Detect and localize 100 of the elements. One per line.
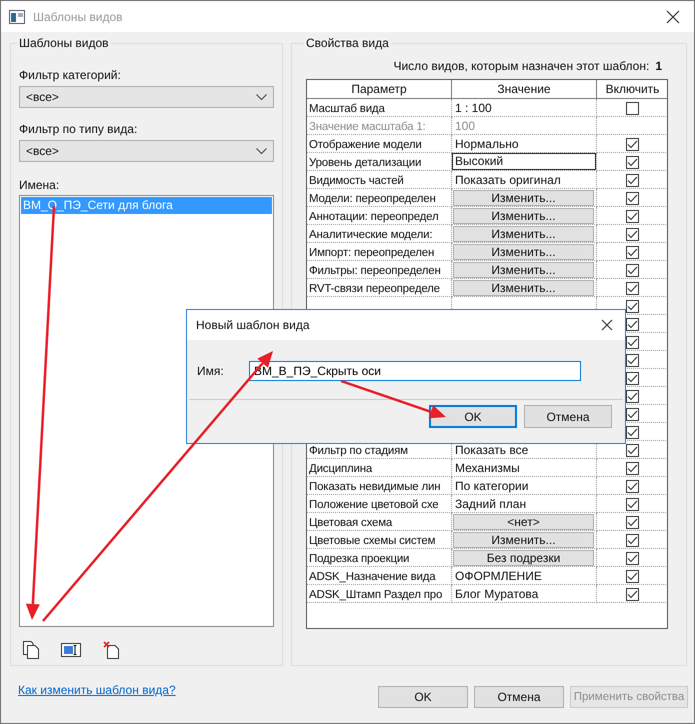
- field-label: Фильтр категорий:: [19, 68, 122, 82]
- parameter-name: Положение цветовой схе: [308, 498, 438, 510]
- value-button[interactable]: Изменить...: [453, 262, 594, 278]
- group-title: Шаблоны видов: [18, 36, 110, 50]
- checkbox[interactable]: [626, 156, 639, 169]
- parameter-name: Уровень детализации: [308, 156, 422, 168]
- value-text: ОФОРМЛЕНИЕ: [454, 568, 542, 582]
- checkbox[interactable]: [626, 102, 639, 115]
- chevron-icon: [256, 94, 267, 100]
- chevron-icon: [256, 148, 267, 154]
- checkbox[interactable]: [626, 138, 639, 151]
- parameter-name: RVT-связи переопределе: [308, 282, 440, 294]
- checkbox[interactable]: [626, 300, 639, 313]
- value-text: Показать все: [454, 442, 528, 456]
- dialog-button: Применить свойства: [570, 686, 688, 708]
- column-header: Параметр: [307, 80, 452, 98]
- parameter-name: Фильтр по стадиям: [308, 444, 408, 456]
- dialog-button[interactable]: OK: [429, 405, 517, 428]
- parameter-name: Показать невидимые лин: [308, 480, 440, 492]
- checkbox[interactable]: [626, 228, 639, 241]
- checkbox[interactable]: [626, 246, 639, 259]
- checkbox[interactable]: [626, 174, 639, 187]
- checkbox[interactable]: [626, 588, 639, 601]
- column-header: Значение: [452, 80, 596, 98]
- value-text: Блог Муратова: [454, 586, 538, 600]
- parameter-name: ADSK_Назначение вида: [308, 570, 436, 582]
- value-text: Показать оригинал: [454, 172, 561, 186]
- value-button[interactable]: Изменить...: [453, 190, 594, 206]
- value-text: 1 : 100: [454, 100, 492, 114]
- checkbox[interactable]: [626, 534, 639, 547]
- close-icon: [666, 10, 680, 24]
- value-text: По категории: [454, 478, 528, 492]
- parameter-name: Аналитические модели:: [308, 228, 432, 240]
- count-value: 1: [655, 59, 662, 73]
- parameter-name: Импорт: переопределен: [308, 246, 434, 258]
- value-text: Задний план: [454, 496, 526, 510]
- field-label: Фильтр по типу вида:: [19, 122, 138, 136]
- dialog-button[interactable]: Отмена: [524, 405, 612, 428]
- value-button[interactable]: Изменить...: [453, 208, 594, 224]
- value-button[interactable]: Изменить...: [453, 280, 594, 296]
- value-button[interactable]: Изменить...: [453, 226, 594, 242]
- parameter-name: Аннотации: переопредел: [308, 210, 438, 222]
- checkbox[interactable]: [626, 390, 639, 403]
- value-button[interactable]: Изменить...: [453, 244, 594, 260]
- value-text: Механизмы: [454, 460, 520, 474]
- count-label: Число видов, которым назначен этот шаблон:: [393, 59, 650, 73]
- window-title: Шаблоны видов: [33, 10, 124, 24]
- close-icon: [601, 319, 613, 331]
- parameter-name: ADSK_Штамп Раздел про: [308, 588, 442, 600]
- dropdown[interactable]: <все>: [19, 86, 274, 108]
- checkbox[interactable]: [626, 210, 639, 223]
- checkbox[interactable]: [626, 462, 639, 475]
- parameter-name: Отображение модели: [308, 138, 422, 150]
- duplicate-button[interactable]: [23, 641, 39, 659]
- value-button[interactable]: Без подрезки: [453, 550, 594, 566]
- column-header: Включить: [596, 80, 667, 98]
- app-icon: [9, 10, 25, 24]
- checkbox[interactable]: [626, 570, 639, 583]
- rename-icon: [61, 643, 81, 657]
- checkbox[interactable]: [626, 408, 639, 421]
- value-button[interactable]: <нет>: [453, 514, 594, 530]
- rename-button[interactable]: [61, 643, 81, 657]
- parameter-name: Дисциплина: [308, 462, 372, 474]
- field-label: Имена:: [19, 178, 60, 192]
- checkbox[interactable]: [626, 372, 639, 385]
- parameter-name: Фильтры: переопределен: [308, 264, 441, 276]
- value-text: 100: [454, 118, 476, 132]
- pages-icon: [23, 641, 39, 659]
- delete-page-icon: [103, 641, 119, 659]
- dialog-button[interactable]: Отмена: [474, 686, 564, 708]
- parameter-name: Цветовая схема: [308, 516, 392, 528]
- value-text: Нормально: [454, 136, 518, 150]
- checkbox[interactable]: [626, 354, 639, 367]
- help-link[interactable]: Как изменить шаблон вида?: [18, 683, 176, 697]
- checkbox[interactable]: [626, 318, 639, 331]
- value-button[interactable]: Изменить...: [453, 532, 594, 548]
- group-title: Свойства вида: [305, 36, 390, 50]
- checkbox[interactable]: [626, 192, 639, 205]
- checkbox[interactable]: [626, 282, 639, 295]
- value-field[interactable]: Высокий: [452, 154, 596, 170]
- parameter-name: Подрезка проекции: [308, 552, 410, 564]
- checkbox[interactable]: [626, 516, 639, 529]
- checkbox[interactable]: [626, 552, 639, 565]
- dialog-button[interactable]: OK: [378, 686, 468, 708]
- parameter-name: Цветовые схемы систем: [308, 534, 436, 546]
- parameter-name: Модели: переопределен: [308, 192, 436, 204]
- parameter-name: Значение масштаба 1:: [308, 120, 426, 132]
- parameter-name: Масштаб вида: [308, 102, 385, 114]
- parameter-name: Видимость частей: [308, 174, 404, 186]
- dropdown[interactable]: <все>: [19, 140, 274, 162]
- field-label: Имя:: [197, 364, 225, 378]
- checkbox[interactable]: [626, 480, 639, 493]
- checkbox[interactable]: [626, 426, 639, 439]
- checkbox[interactable]: [626, 264, 639, 277]
- checkbox[interactable]: [626, 444, 639, 457]
- name-field[interactable]: ВМ_В_ПЭ_Скрыть оси: [249, 361, 581, 381]
- delete-button[interactable]: [103, 641, 119, 659]
- dialog-title: Новый шаблон вида: [196, 318, 310, 332]
- checkbox[interactable]: [626, 336, 639, 349]
- checkbox[interactable]: [626, 498, 639, 511]
